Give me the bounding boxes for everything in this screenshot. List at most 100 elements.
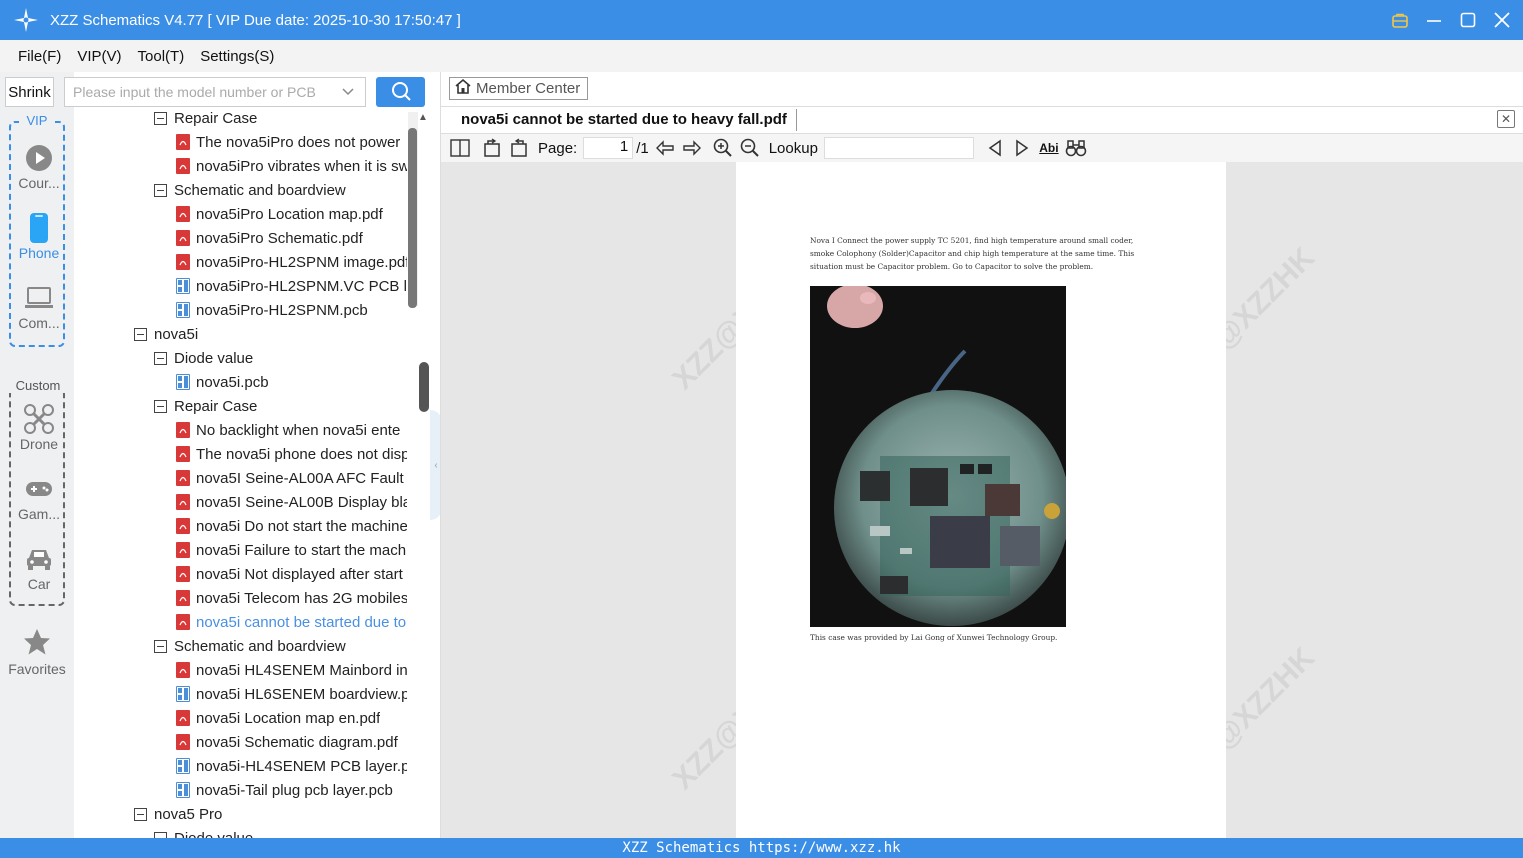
lookup-input[interactable] xyxy=(823,137,974,159)
pdf-toolbar: Page: 1 /1 Lookup Abi xyxy=(441,134,1523,162)
pcb-file-icon xyxy=(176,374,190,390)
collapse-icon[interactable] xyxy=(154,639,167,653)
member-center-button[interactable]: Member Center xyxy=(449,77,588,100)
zoom-in-icon[interactable] xyxy=(712,137,734,159)
pcb-file-icon xyxy=(176,278,190,294)
match-case-icon[interactable]: Abi xyxy=(1038,137,1060,159)
window-title: XZZ Schematics V4.77 [ VIP Due date: 202… xyxy=(50,11,461,29)
tree-file[interactable]: nova5I Seine-AL00B Display bla xyxy=(176,490,407,514)
close-icon[interactable] xyxy=(1491,9,1513,31)
nav-item-drone[interactable]: Drone xyxy=(11,404,67,452)
pdf-file-icon xyxy=(176,494,190,510)
document-tab[interactable]: nova5i cannot be started due to heavy fa… xyxy=(461,111,787,128)
tree-file[interactable]: nova5i cannot be started due to xyxy=(176,610,407,634)
tree-folder[interactable]: Diode value xyxy=(154,826,407,838)
vip-badge-icon[interactable] xyxy=(1389,9,1411,31)
nav-item-favorites[interactable]: Favorites xyxy=(0,627,74,677)
tree-file[interactable]: nova5i Do not start the machine xyxy=(176,514,407,538)
collapse-icon[interactable] xyxy=(154,112,167,125)
prev-page-icon[interactable] xyxy=(654,137,676,159)
find-prev-icon[interactable] xyxy=(984,137,1006,159)
shrink-button[interactable]: Shrink xyxy=(5,77,54,107)
rotate-right-icon[interactable] xyxy=(508,137,530,159)
nav-item-computer[interactable]: Com... xyxy=(11,283,67,331)
scroll-up-icon[interactable]: ▲ xyxy=(418,112,428,123)
maximize-icon[interactable] xyxy=(1457,9,1479,31)
minimize-icon[interactable] xyxy=(1423,9,1445,31)
tab-separator xyxy=(796,109,797,131)
sidebar-toggle-icon[interactable] xyxy=(449,137,471,159)
nav-item-phone[interactable]: Phone xyxy=(11,213,67,261)
tree-file[interactable]: nova5i HL4SENEM Mainbord in xyxy=(176,658,407,682)
tree-file[interactable]: nova5i Telecom has 2G mobiles xyxy=(176,586,407,610)
tree-file[interactable]: nova5i Failure to start the mach xyxy=(176,538,407,562)
collapse-icon[interactable] xyxy=(154,399,167,413)
collapse-icon[interactable] xyxy=(134,807,147,821)
tree-item-label: nova5i cannot be started due to xyxy=(196,613,407,631)
tree-file[interactable]: nova5iPro-HL2SPNM image.pdf xyxy=(176,250,407,274)
title-bar: XZZ Schematics V4.77 [ VIP Due date: 202… xyxy=(0,0,1523,40)
zoom-out-icon[interactable] xyxy=(739,137,761,159)
tree-item-label: Diode value xyxy=(174,829,254,839)
tree-folder[interactable]: Repair Case xyxy=(154,394,407,418)
tree-folder[interactable]: nova5 Pro xyxy=(134,802,407,826)
pdf-file-icon xyxy=(176,518,190,534)
close-tab-icon[interactable]: ✕ xyxy=(1497,110,1515,128)
search-button[interactable] xyxy=(376,77,425,107)
tree-folder[interactable]: Schematic and boardview xyxy=(154,634,407,658)
tree-file[interactable]: nova5iPro vibrates when it is sw xyxy=(176,154,407,178)
tree-file[interactable]: The nova5iPro does not power xyxy=(176,130,407,154)
tree-file[interactable]: nova5i Schematic diagram.pdf xyxy=(176,730,407,754)
tree-file[interactable]: nova5iPro Location map.pdf xyxy=(176,202,407,226)
tree-file[interactable]: nova5I Seine-AL00A AFC Fault ( xyxy=(176,466,407,490)
nav-item-label: Phone xyxy=(18,245,60,261)
tree-folder[interactable]: Repair Case xyxy=(154,112,407,130)
nav-item-label: Drone xyxy=(19,436,59,452)
tree-file[interactable]: nova5iPro-HL2SPNM.pcb xyxy=(176,298,407,322)
search-input[interactable]: Please input the model number or PCB xyxy=(64,77,366,107)
tree-item-label: nova5i Telecom has 2G mobiles xyxy=(196,589,407,607)
pdf-viewer[interactable]: XZZ@XZZHK XZZ@XZZHK XZZ@XZZHK XZZ@XZZHK … xyxy=(441,162,1523,838)
next-page-icon[interactable] xyxy=(681,137,703,159)
collapse-icon[interactable] xyxy=(154,183,167,197)
menu-settings[interactable]: Settings(S) xyxy=(200,48,274,65)
tree-file[interactable]: nova5i Not displayed after start xyxy=(176,562,407,586)
tree-file[interactable]: nova5i.pcb xyxy=(176,370,407,394)
find-next-icon[interactable] xyxy=(1011,137,1033,159)
tree-file[interactable]: nova5iPro-HL2SPNM.VC PCB la xyxy=(176,274,407,298)
tree-item-label: nova5i xyxy=(154,325,199,343)
tree-file[interactable]: nova5iPro Schematic.pdf xyxy=(176,226,407,250)
rotate-left-icon[interactable] xyxy=(481,137,503,159)
menu-vip[interactable]: VIP(V) xyxy=(77,48,121,65)
page-total: /1 xyxy=(636,139,649,157)
tree-file[interactable]: nova5i-HL4SENEM PCB layer.pc xyxy=(176,754,407,778)
star-icon xyxy=(22,627,52,657)
chevron-down-icon[interactable] xyxy=(341,84,355,101)
collapse-icon[interactable] xyxy=(134,327,147,341)
tree-file[interactable]: No backlight when nova5i ente xyxy=(176,418,407,442)
menu-file[interactable]: File(F) xyxy=(18,48,61,65)
nav-item-label: Car xyxy=(27,576,51,592)
favorites-label: Favorites xyxy=(8,661,66,677)
tree-folder[interactable]: nova5i xyxy=(134,322,407,346)
binoculars-icon[interactable] xyxy=(1065,137,1087,159)
tree-outer-scroll-thumb[interactable] xyxy=(419,362,429,412)
custom-group-title: Custom xyxy=(8,378,68,393)
pdf-file-icon xyxy=(176,206,190,222)
tree-folder[interactable]: Schematic and boardview xyxy=(154,178,407,202)
nav-item-game[interactable]: Gam... xyxy=(11,474,67,522)
tree-file[interactable]: nova5i-Tail plug pcb layer.pcb xyxy=(176,778,407,802)
tree-file[interactable]: nova5i Location map en.pdf xyxy=(176,706,407,730)
nav-item-courses[interactable]: Cour... xyxy=(11,143,67,191)
tree-file[interactable]: nova5i HL6SENEM boardview.p xyxy=(176,682,407,706)
nav-item-car[interactable]: Car xyxy=(11,544,67,592)
pdf-file-icon xyxy=(176,590,190,606)
page-number-input[interactable]: 1 xyxy=(583,137,634,159)
collapse-icon[interactable] xyxy=(154,351,167,365)
tree-item-label: nova5iPro-HL2SPNM image.pdf xyxy=(196,253,407,271)
tree-folder[interactable]: Diode value xyxy=(154,346,407,370)
tree-scroll-thumb[interactable] xyxy=(408,128,417,308)
menu-tool[interactable]: Tool(T) xyxy=(138,48,185,65)
tree-file[interactable]: The nova5i phone does not disp xyxy=(176,442,407,466)
tree-item-label: nova5iPro vibrates when it is sw xyxy=(196,157,407,175)
